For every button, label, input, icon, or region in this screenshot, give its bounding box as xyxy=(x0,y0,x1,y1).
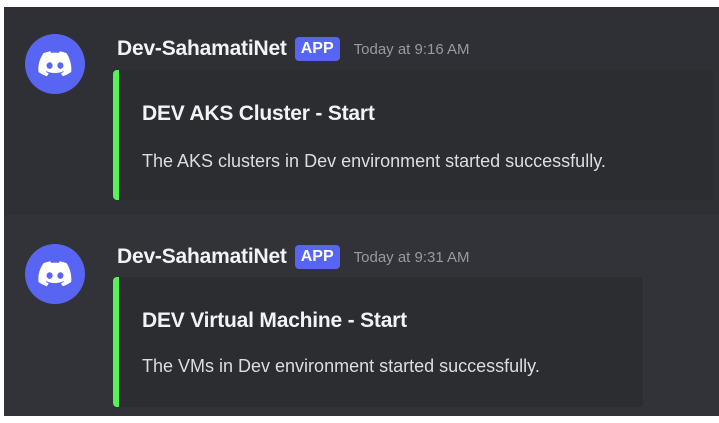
message-header: Dev-SahamatiNet APP Today at 9:31 AM xyxy=(117,242,470,272)
app-badge: APP xyxy=(294,37,340,61)
author-name[interactable]: Dev-SahamatiNet xyxy=(117,37,287,61)
embed-title: DEV Virtual Machine - Start xyxy=(142,309,407,332)
message-header: Dev-SahamatiNet APP Today at 9:16 AM xyxy=(117,34,470,64)
app-badge: APP xyxy=(294,245,340,269)
discord-logo-icon xyxy=(38,261,72,287)
embed-card: DEV Virtual Machine - Start The VMs in D… xyxy=(113,277,643,407)
avatar[interactable] xyxy=(25,34,85,94)
embed-title: DEV AKS Cluster - Start xyxy=(142,102,375,125)
embed-description: The VMs in Dev environment started succe… xyxy=(142,356,540,376)
timestamp[interactable]: Today at 9:16 AM xyxy=(354,41,470,58)
timestamp[interactable]: Today at 9:31 AM xyxy=(354,249,470,266)
embed-description: The AKS clusters in Dev environment star… xyxy=(142,151,606,171)
discord-logo-icon xyxy=(38,51,72,77)
author-name[interactable]: Dev-SahamatiNet xyxy=(117,245,287,269)
chat-pane: Dev-SahamatiNet APP Today at 9:16 AM DEV… xyxy=(4,7,719,416)
embed-card: DEV AKS Cluster - Start The AKS clusters… xyxy=(113,70,713,200)
avatar[interactable] xyxy=(25,244,85,304)
